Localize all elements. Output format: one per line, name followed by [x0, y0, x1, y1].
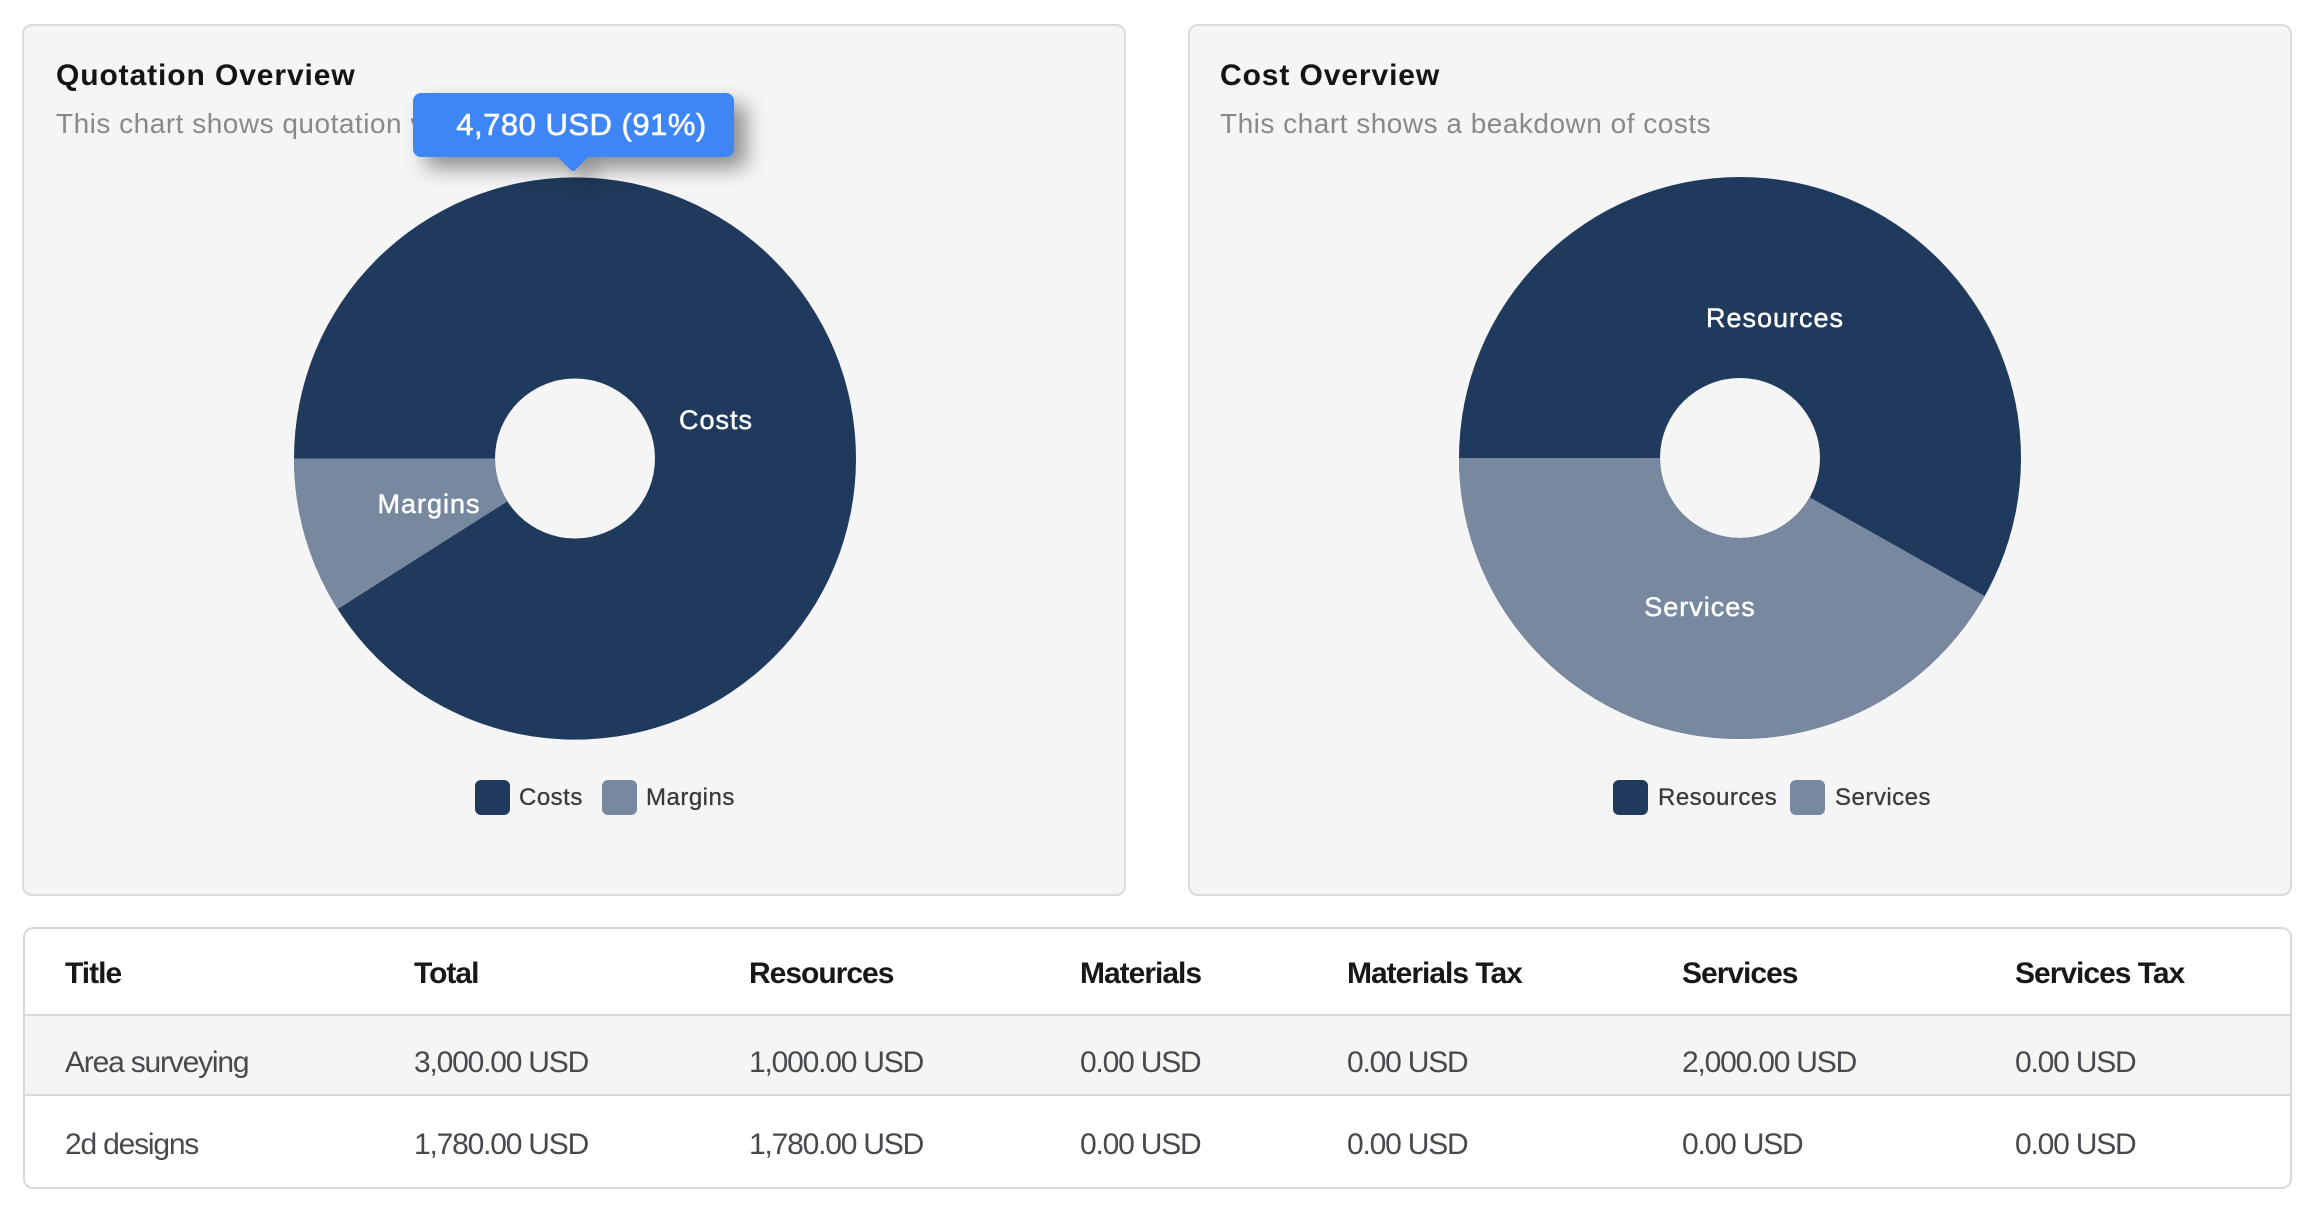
- svg-text:Resources: Resources: [1706, 303, 1844, 333]
- svg-text:Services: Services: [1644, 592, 1756, 622]
- svg-text:Margins: Margins: [377, 489, 480, 519]
- svg-text:Costs: Costs: [679, 405, 753, 435]
